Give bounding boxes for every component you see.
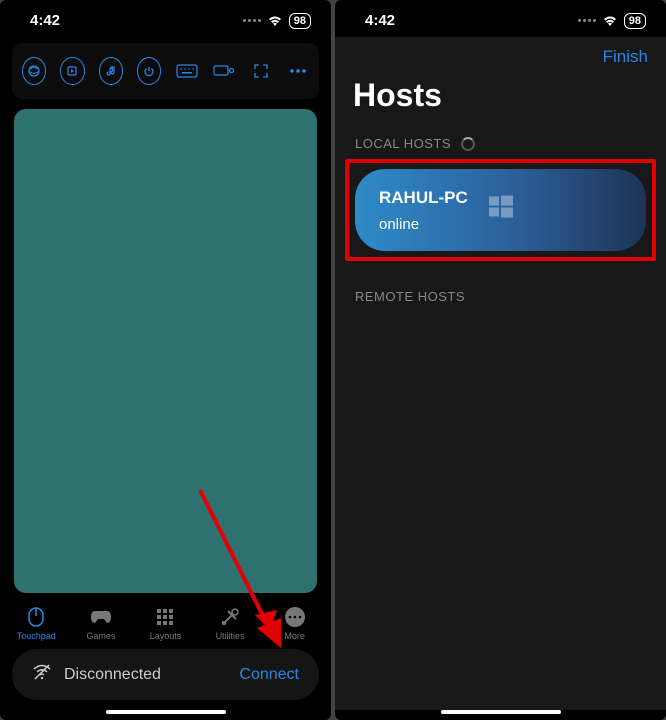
tab-utilities[interactable]: Utilities [198,605,263,641]
connection-bar: Disconnected Connect [12,649,319,700]
tab-bar: Touchpad Games Layouts Utilities More [0,599,331,643]
wifi-off-icon [32,663,52,686]
more-icon[interactable] [282,53,313,89]
tab-more[interactable]: More [262,605,327,641]
connection-status: Disconnected [64,666,161,684]
time: 4:42 [365,12,395,29]
display-icon[interactable] [208,53,239,89]
browser-icon[interactable] [22,57,46,85]
phone-screen-left: 4:42 98 [0,0,331,720]
connect-button[interactable]: Connect [239,666,299,684]
home-indicator[interactable] [441,710,561,714]
tab-touchpad[interactable]: Touchpad [4,605,69,641]
media-icon[interactable] [60,57,84,85]
top-toolbar [12,43,319,99]
status-right: 98 [243,13,311,29]
annotation-highlight: RAHUL-PC online [345,159,656,261]
hosts-screen: Finish Hosts LOCAL HOSTS RAHUL-PC online… [335,37,666,710]
status-bar: 4:42 98 [335,0,666,37]
finish-button[interactable]: Finish [335,37,666,71]
battery-icon: 98 [289,13,311,29]
music-icon[interactable] [99,57,123,85]
windows-icon [487,194,515,227]
remote-hosts-header: REMOTE HOSTS [335,261,666,332]
page-title: Hosts [335,71,666,128]
cellular-icon [243,19,261,22]
host-card[interactable]: RAHUL-PC online [355,169,646,251]
expand-icon[interactable] [245,53,276,89]
loading-spinner-icon [461,137,475,151]
local-hosts-header: LOCAL HOSTS [335,128,666,159]
status-right: 98 [578,13,646,29]
tab-games[interactable]: Games [69,605,134,641]
gamepad-icon [89,605,113,629]
status-bar: 4:42 98 [0,0,331,37]
keyboard-icon[interactable] [171,53,202,89]
grid-icon [156,605,174,629]
touchpad-surface[interactable] [14,109,317,593]
tools-icon [220,605,240,629]
wifi-icon [267,15,283,27]
tab-layouts[interactable]: Layouts [133,605,198,641]
phone-screen-right: 4:42 98 Finish Hosts LOCAL HOSTS RAHUL-P… [335,0,666,720]
time: 4:42 [30,12,60,29]
wifi-icon [602,15,618,27]
home-indicator[interactable] [106,710,226,714]
more-dots-icon [284,605,306,629]
power-icon[interactable] [137,57,161,85]
mouse-icon [27,605,45,629]
battery-icon: 98 [624,13,646,29]
cellular-icon [578,19,596,22]
